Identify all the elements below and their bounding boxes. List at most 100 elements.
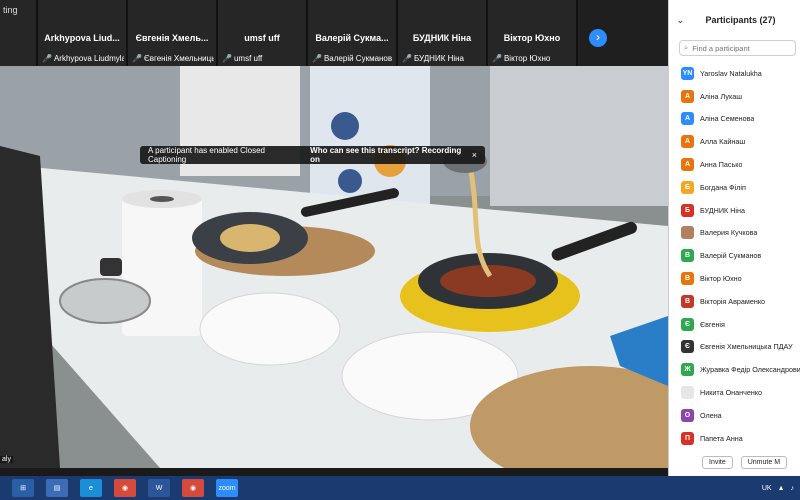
speaker-name-label: aly — [0, 456, 13, 463]
participant-list: YN Yaroslav Natalukha A Аліна Лукаш A Аліна С… — [669, 62, 800, 450]
participant-row[interactable]: Б Богдана Філіп — [669, 176, 800, 199]
windows-taskbar: ⊞ ▤ e ◉ W ◉ zoom UK ▲ ♪ — [0, 476, 800, 500]
main-video-feed: A participant has enabled Closed Caption… — [0, 66, 668, 468]
participant-row[interactable]: A Алла Кайнаш — [669, 130, 800, 153]
tile-partial[interactable]: ting — [0, 0, 38, 66]
avatar: Б — [681, 203, 694, 217]
avatar: Ж — [681, 363, 694, 377]
participant-row[interactable]: A Аліна Лукаш — [669, 85, 800, 108]
network-icon[interactable]: ▲ — [778, 485, 785, 492]
participant-name: Євгенія — [700, 319, 725, 329]
unmute-me-button[interactable]: Unmute M — [740, 456, 788, 469]
system-tray: UK ▲ ♪ — [762, 485, 800, 492]
tile-sub-label: Євгенія Хмельницьк... — [143, 54, 214, 63]
video-area: A participant has enabled Closed Caption… — [0, 0, 668, 468]
participant-search[interactable]: ⌕ — [679, 40, 796, 56]
tile-name: Євгенія Хмель... — [135, 33, 209, 43]
tile-name: БУДНИК Ніна — [412, 33, 472, 43]
video-tile[interactable]: umsf uff 🎤 umsf uff — [218, 0, 308, 66]
avatar: В — [681, 272, 694, 286]
avatar: О — [681, 408, 694, 422]
participant-name: Олена — [700, 410, 722, 420]
tile-sub-label: Валерій Сукманов — [323, 54, 393, 63]
participant-row[interactable]: П Папета Анна — [669, 427, 800, 450]
collapse-chevron-icon[interactable]: ⌄ — [677, 16, 689, 25]
avatar: Є — [681, 340, 694, 354]
avatar: A — [681, 135, 694, 149]
participant-row[interactable]: В Валерій Сукманов — [669, 244, 800, 267]
tile-subtitle: 🎤 Валерій Сукманов — [312, 54, 394, 63]
chrome-icon[interactable]: ◉ — [182, 479, 204, 497]
zoom-app-icon[interactable]: zoom — [216, 479, 238, 497]
participant-name: Богдана Філіп — [700, 182, 746, 192]
participant-name: Євгенія Хмельницька ПДАУ — [700, 342, 793, 352]
participant-row[interactable]: Валерия Кучкова — [669, 222, 800, 245]
video-tile[interactable]: Arkhypova Liud... 🎤 Arkhypova Liudmyla — [38, 0, 128, 66]
tile-subtitle: 🎤 Arkhypova Liudmyla — [42, 54, 124, 63]
avatar: A — [681, 158, 694, 172]
participant-row[interactable]: A Аліна Семенова — [669, 108, 800, 131]
word-icon[interactable]: W — [148, 479, 170, 497]
participant-name: Никита Онанченко — [700, 388, 763, 398]
video-tile[interactable]: Віктор Юхно 🎤 Віктор Юхно — [488, 0, 578, 66]
participant-row[interactable]: Є Євгенія — [669, 313, 800, 336]
participant-name: Алла Кайнаш — [700, 137, 746, 147]
participant-name: Валерия Кучкова — [700, 228, 758, 238]
avatar — [681, 386, 694, 400]
gallery-strip: ting Arkhypova Liud... 🎤 Arkhypova Liudmy… — [0, 0, 668, 66]
next-page-arrow-icon[interactable]: › — [589, 29, 607, 47]
search-icon: ⌕ — [684, 43, 689, 52]
participant-row[interactable]: В Віктор Юхно — [669, 267, 800, 290]
tile-subtitle: 🎤Євгенія Хмельницьк... — [132, 54, 214, 63]
corner-label: ting — [3, 5, 18, 15]
mic-muted-icon: 🎤 — [492, 54, 502, 63]
video-tile[interactable]: Валерій Сукма... 🎤 Валерій Сукманов — [308, 0, 398, 66]
mic-muted-icon: 🎤 — [312, 54, 322, 63]
participant-name: Yaroslav Natalukha — [700, 68, 762, 78]
avatar: A — [681, 112, 694, 126]
chrome-icon[interactable]: ◉ — [114, 479, 136, 497]
video-tile[interactable]: БУДНИК Ніна 🎤 БУДНИК Ніна — [398, 0, 488, 66]
language-indicator[interactable]: UK — [762, 485, 772, 492]
participant-search-input[interactable] — [692, 43, 791, 53]
participant-name: БУДНИК Ніна — [700, 205, 745, 215]
tile-subtitle: 🎤 БУДНИК Ніна — [402, 54, 484, 63]
participant-name: Віктор Юхно — [700, 274, 742, 284]
avatar — [681, 226, 694, 240]
avatar: YN — [681, 66, 694, 80]
participant-row[interactable]: В Вікторія Авраменко — [669, 290, 800, 313]
mic-muted-icon: 🎤 — [222, 54, 232, 63]
avatar: В — [681, 294, 694, 308]
participant-row[interactable]: Никита Онанченко — [669, 381, 800, 404]
participant-row[interactable]: A Анна Пасько — [669, 153, 800, 176]
participant-row[interactable]: Є Євгенія Хмельницька ПДАУ — [669, 336, 800, 359]
tile-sub-label: Arkhypova Liudmyla — [53, 54, 124, 63]
participant-name: Журавка Федір Олександрович — [700, 365, 800, 375]
participants-panel: ⌄ Participants (27) ⌕ YN Yaroslav Nataluk… — [668, 0, 800, 476]
participant-name: Аліна Лукаш — [700, 91, 743, 101]
zoom-meeting-window: A participant has enabled Closed Caption… — [0, 0, 800, 500]
avatar: В — [681, 249, 694, 263]
close-banner-icon[interactable]: × — [472, 150, 477, 160]
tile-sub-label: БУДНИК Ніна — [413, 54, 465, 63]
participant-row[interactable]: О Олена — [669, 404, 800, 427]
participant-row[interactable]: Б БУДНИК Ніна — [669, 199, 800, 222]
tile-name: Віктор Юхно — [503, 33, 561, 43]
participant-row[interactable]: YN Yaroslav Natalukha — [669, 62, 800, 85]
participant-row[interactable]: Ж Журавка Федір Олександрович — [669, 358, 800, 381]
closed-caption-banner: A participant has enabled Closed Caption… — [140, 146, 485, 164]
volume-icon[interactable]: ♪ — [791, 485, 795, 492]
tile-sub-label: Віктор Юхно — [503, 54, 551, 63]
panel-title: Participants (27) — [705, 15, 776, 25]
zoom-app-label: zoom — [218, 484, 236, 492]
tile-name: Arkhypova Liud... — [44, 33, 120, 43]
video-tile[interactable]: Євгенія Хмель... 🎤Євгенія Хмельницьк... — [128, 0, 218, 66]
invite-button[interactable]: Invite — [702, 456, 733, 469]
start-icon[interactable]: ⊞ — [12, 479, 34, 497]
tile-sub-label: umsf uff — [233, 54, 263, 63]
participant-name: Валерій Сукманов — [700, 251, 762, 261]
file-manager-icon[interactable]: ▤ — [46, 479, 68, 497]
tile-name: umsf uff — [244, 33, 280, 43]
edge-icon[interactable]: e — [80, 479, 102, 497]
transcript-info-link[interactable]: Who can see this transcript? Recording o… — [310, 146, 466, 164]
